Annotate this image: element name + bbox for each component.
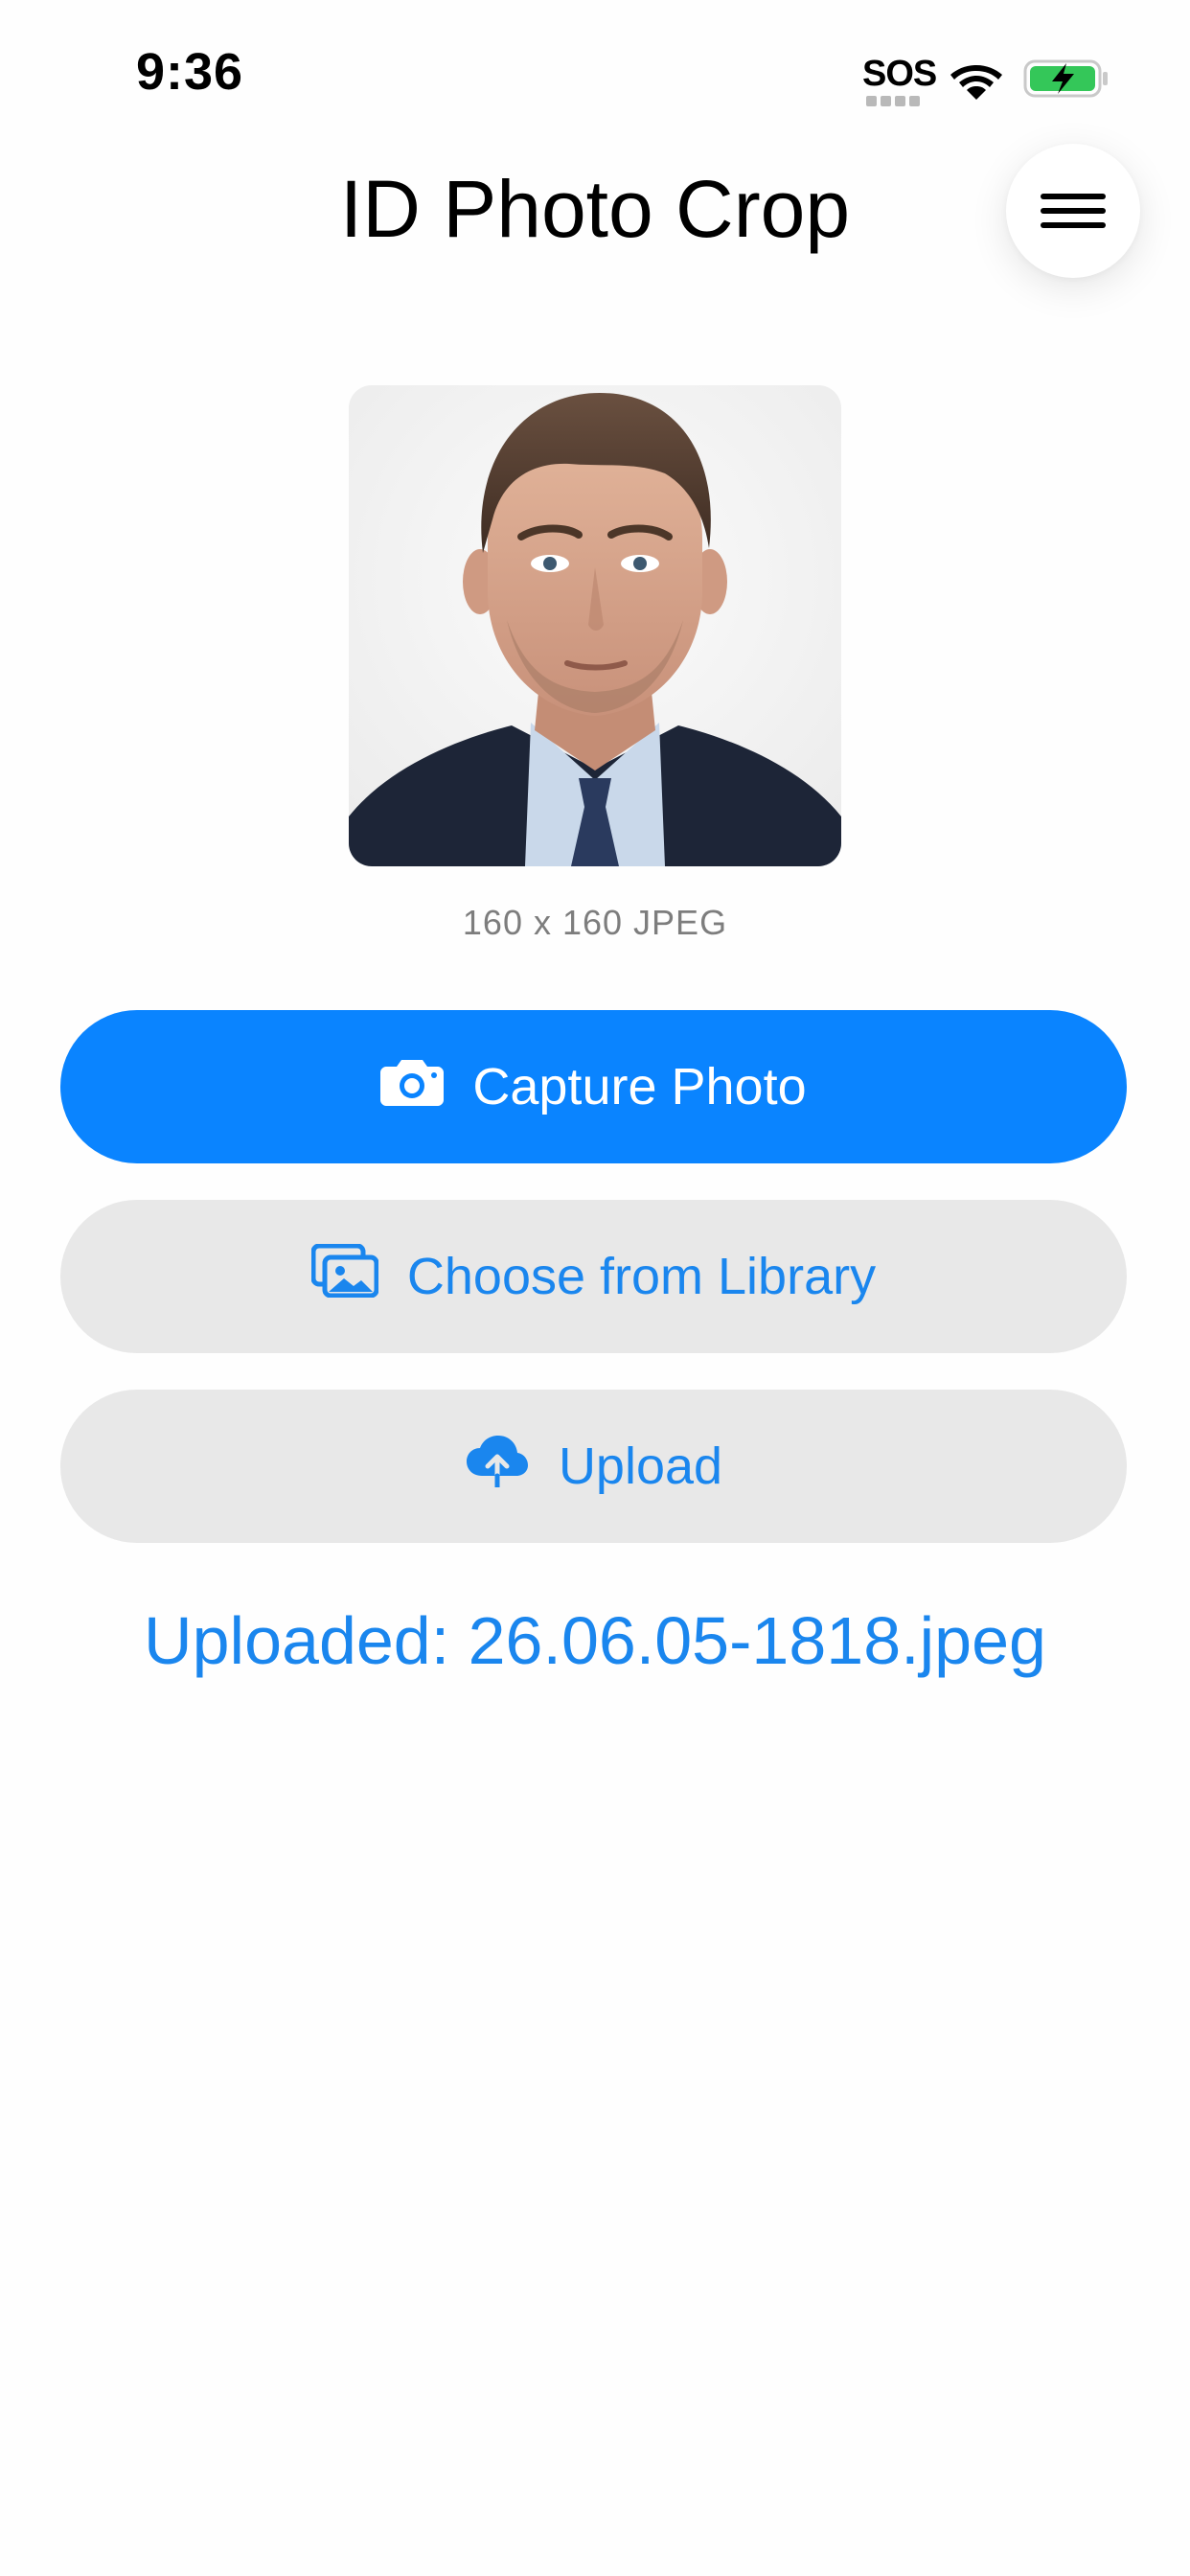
menu-button[interactable]: [1006, 144, 1140, 278]
id-photo-preview: [349, 385, 841, 866]
choose-from-library-button[interactable]: Choose from Library: [60, 1200, 1127, 1353]
capture-photo-label: Capture Photo: [472, 1058, 807, 1116]
battery-charging-icon: [1023, 59, 1108, 98]
cloud-upload-icon: [465, 1434, 530, 1500]
capture-photo-button[interactable]: Capture Photo: [60, 1010, 1127, 1163]
upload-label: Upload: [558, 1438, 723, 1495]
upload-button[interactable]: Upload: [60, 1390, 1127, 1543]
screen: 9:36 SOS ID Photo Crop 160 x 160 JPEG Ca…: [0, 0, 1190, 2576]
photo-library-icon: [310, 1243, 379, 1310]
wifi-icon: [950, 65, 1002, 100]
sos-indicator: SOS: [862, 54, 937, 94]
signal-dots: [866, 94, 927, 106]
uploaded-status-text: Uploaded: 26.06.05-1818.jpeg: [144, 1603, 1046, 1678]
photo-format-caption: 160 x 160 JPEG: [462, 903, 728, 942]
portrait-image: [349, 385, 841, 866]
choose-from-library-label: Choose from Library: [406, 1248, 877, 1305]
status-bar: 9:36 SOS: [0, 0, 1190, 144]
status-time: 9:36: [136, 43, 244, 101]
camera-icon: [380, 1056, 445, 1118]
